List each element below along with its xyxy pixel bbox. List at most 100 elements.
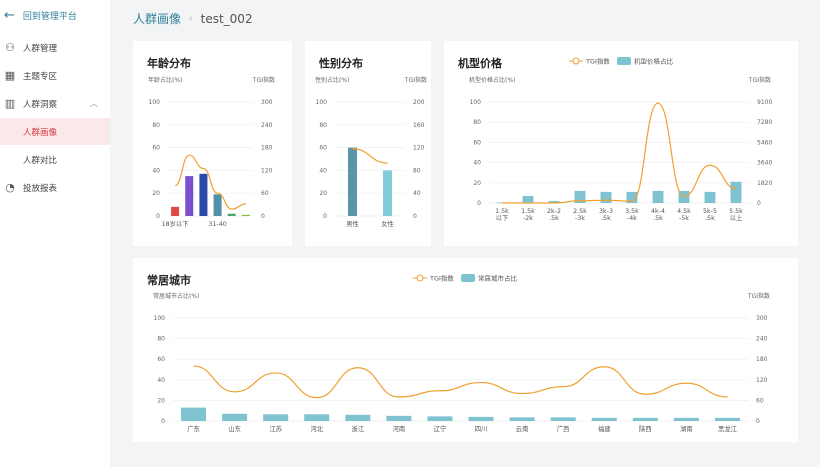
y2-tick-label: 300 [261,99,273,106]
y-tick-label: 80 [319,122,327,129]
bar [673,417,699,421]
y2-tick-label: 5460 [757,139,772,146]
x-tick-label: 浙江 [352,424,365,433]
bar [652,190,664,203]
sidebar-item-report[interactable]: ◔ 投放报表 [0,174,110,201]
y-tick-label: 100 [149,99,161,106]
y-tick-label: 40 [152,167,160,174]
sidebar-item-crowd-management[interactable]: ⚇ 人群管理 [0,34,110,61]
x-tick-label: 以下 [496,214,509,222]
age-chart-card: 年龄分布 年龄占比(%) TGI指数 100 300 80 240 60 180 40 120 20 6… [133,41,292,246]
y-axis-label: 性别占比(%) [315,76,349,84]
legend-share: 机型价格占比 [634,57,674,66]
y2-tick-label: 0 [261,213,265,220]
y2-tick-label: 240 [261,122,273,129]
y-tick-label: 100 [154,315,166,322]
x-tick-label: 3k-3 [599,208,613,215]
legend-bar-icon [461,274,475,282]
y-tick-label: 60 [473,139,481,146]
bar [714,417,740,421]
sidebar-item-insight[interactable]: ▥ 人群洞察 ︿ [0,90,110,117]
tgi-line [352,148,388,164]
x-tick-label: 湖南 [680,424,693,433]
x-tick-label: -3k [575,215,585,222]
y-tick-label: 40 [157,377,165,384]
y2-tick-label: 120 [756,377,768,384]
y2-tick-label: 120 [413,145,425,152]
y2-axis-label: TGI指数 [404,76,427,84]
bar [222,413,248,421]
user-add-icon: ⚇ [5,41,15,54]
x-tick-label: 4.5k [677,208,691,215]
x-tick-label: 男性 [346,219,359,228]
y-tick-label: 80 [473,119,481,126]
x-tick-label: .5k [601,215,611,222]
sidebar-item-topics[interactable]: ▦ 主题专区 [0,62,110,89]
bar [181,407,207,421]
y-tick-label: 20 [319,190,327,197]
y2-tick-label: 1820 [757,180,772,187]
y-tick-label: 60 [152,145,160,152]
bar [522,195,534,203]
y-tick-label: 20 [157,397,165,404]
y2-tick-label: 7280 [757,119,772,126]
city-chart-card: 常居城市 常居城市占比(%) TGI指数 100 300 80 240 60 180 40 120 2… [133,258,798,442]
x-tick-label: 山东 [228,424,241,433]
x-tick-label: -2k [523,215,533,222]
y2-tick-label: 80 [413,167,421,174]
tgi-line [502,102,737,204]
y2-tick-label: 120 [261,167,273,174]
bar [468,416,494,421]
breadcrumb-current: test_002 [200,11,253,26]
y2-tick-label: 300 [756,315,768,322]
bar [185,176,194,216]
y2-tick-label: 0 [413,213,417,220]
x-tick-label: 1.5k [521,208,535,215]
y-tick-label: 60 [319,145,327,152]
bar [730,181,742,203]
legend-marker-icon [572,57,580,65]
y2-tick-label: 0 [757,200,761,207]
back-to-platform-link[interactable]: ← 回到管理平台 [4,8,77,23]
x-tick-label: 云南 [516,424,529,433]
bar [345,414,371,421]
x-tick-label: .5k [705,215,715,222]
y2-tick-label: 0 [756,418,760,425]
bar [550,417,576,421]
bar [383,170,392,216]
bar [632,417,658,421]
chevron-up-icon: ︿ [90,99,98,108]
x-tick-label: 女性 [381,219,394,228]
x-tick-label: 福建 [598,424,611,433]
x-tick-label: 河北 [310,425,323,433]
chart-svg: 机型价格占比(%) TGI指数 100 9100 80 7280 60 5460 40 3640 2… [469,57,772,223]
y2-tick-label: 180 [756,356,768,363]
bar-chart-icon: ▥ [4,97,16,110]
x-tick-label: 四川 [475,425,488,433]
x-tick-label: 以上 [730,213,743,222]
y-tick-label: 100 [470,99,482,106]
bar [386,415,412,421]
y-tick-label: 0 [477,200,481,207]
y2-tick-label: 60 [756,397,764,404]
y-tick-label: 0 [156,213,160,220]
bar [591,417,617,421]
y-tick-label: 40 [319,167,327,174]
x-tick-label: -5k [679,215,689,222]
bar [171,206,180,216]
sidebar-item-portrait[interactable]: 人群画像 [0,118,110,145]
y2-tick-label: 3640 [757,160,772,167]
bar [304,414,330,421]
bar [263,414,289,421]
arrow-left-icon: ← [4,8,15,23]
x-tick-label: 广西 [557,424,570,433]
y-tick-label: 0 [323,213,327,220]
x-tick-label: 5k-5 [703,208,717,215]
breadcrumb-parent[interactable]: 人群画像 [133,10,181,27]
x-tick-label: 5.5k [729,208,743,215]
bar [227,213,236,216]
x-tick-label: 辽宁 [434,424,447,433]
y2-tick-label: 200 [413,99,425,106]
legend-marker-icon [416,274,424,282]
sidebar-item-compare[interactable]: 人群对比 [0,146,110,173]
